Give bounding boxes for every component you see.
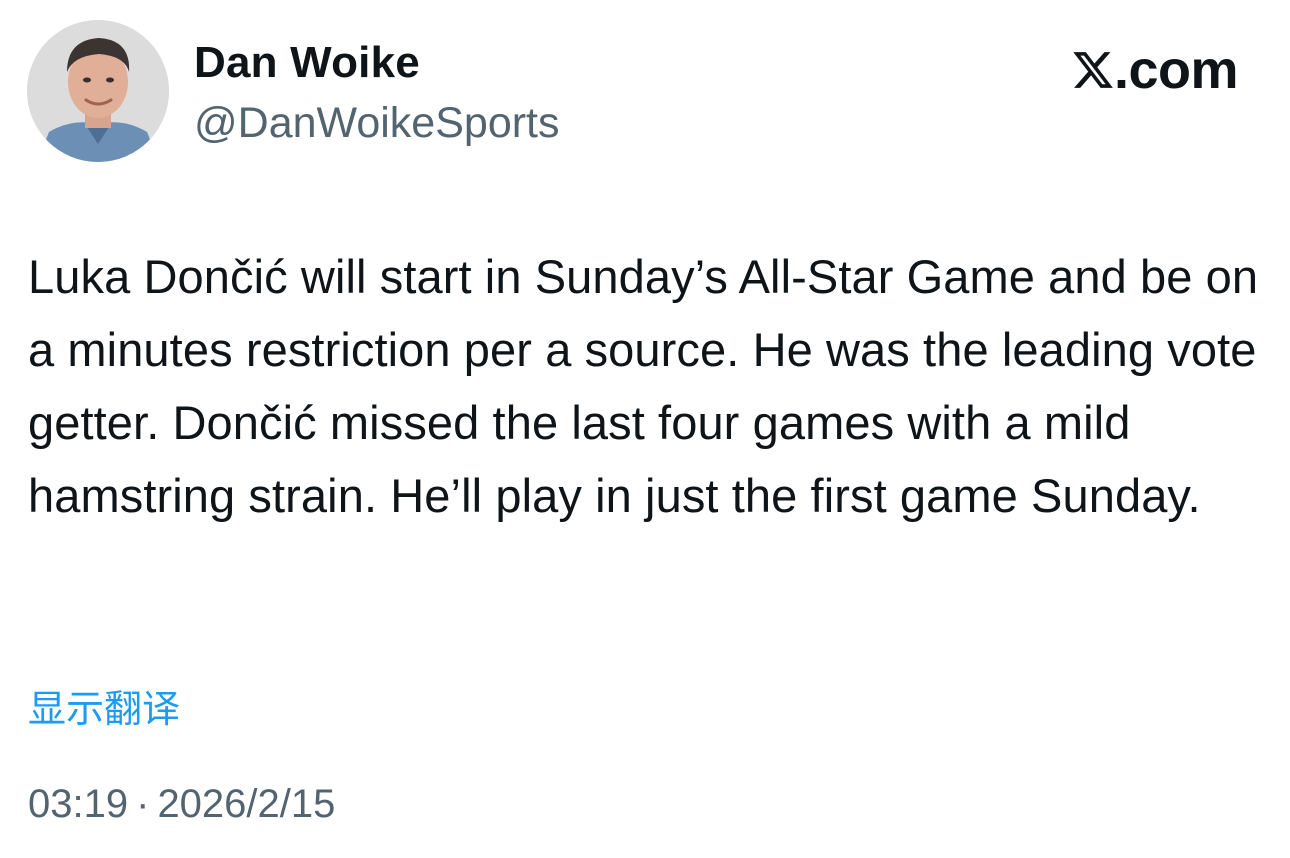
avatar[interactable] — [27, 20, 169, 162]
x-logo-icon — [1073, 52, 1113, 88]
show-translation-link[interactable]: 显示翻译 — [28, 684, 180, 734]
tweet-timestamp[interactable]: 03:19 · 2026/2/15 — [28, 778, 335, 830]
x-brand-logo: .com — [1071, 40, 1239, 100]
timestamp-separator: · — [136, 782, 150, 826]
tweet-date: 2026/2/15 — [157, 782, 336, 826]
tweet-time: 03:19 — [28, 782, 129, 826]
tweet-text: Luka Dončić will start in Sunday’s All-S… — [28, 250, 1259, 522]
brand-domain-text: .com — [1113, 40, 1239, 100]
author-name[interactable]: Dan Woike — [194, 38, 420, 88]
avatar-photo — [27, 20, 169, 162]
author-handle[interactable]: @DanWoikeSports — [194, 98, 560, 148]
tweet-card: Dan Woike @DanWoikeSports .com Luka Donč… — [0, 0, 1290, 858]
